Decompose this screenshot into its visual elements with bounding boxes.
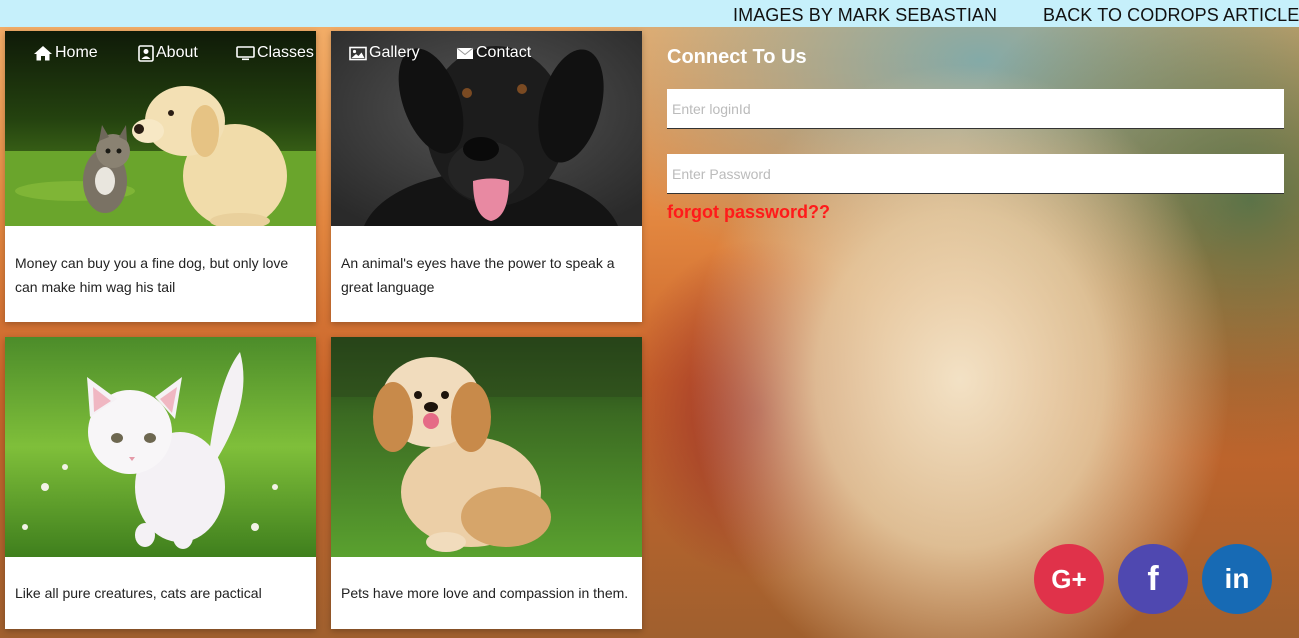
pet-card: Pets have more love and compassion in th… (331, 337, 642, 629)
nav-classes[interactable]: Classes (236, 44, 314, 62)
nav-classes-label: Classes (257, 44, 314, 61)
envelope-icon (456, 47, 474, 59)
nav-contact[interactable]: Contact (456, 44, 531, 62)
card-caption: An animal's eyes have the power to speak… (341, 255, 615, 295)
linkedin-button[interactable]: in (1202, 544, 1272, 614)
login-id-input[interactable] (667, 89, 1284, 129)
pet-card: An animal's eyes have the power to speak… (331, 31, 642, 322)
monitor-icon (236, 46, 255, 61)
nav-home[interactable]: Home (33, 44, 98, 62)
card-caption: Money can buy you a fine dog, but only l… (15, 255, 289, 295)
forgot-password-link[interactable]: forgot password?? (667, 202, 830, 223)
nav-gallery-label: Gallery (369, 44, 420, 61)
pet-card: Like all pure creatures, cats are pactic… (5, 337, 316, 629)
back-to-article-link[interactable]: BACK TO CODROPS ARTICLE (1043, 5, 1299, 26)
password-input[interactable] (667, 154, 1284, 194)
google-plus-button[interactable]: G+ (1034, 544, 1104, 614)
nav-about[interactable]: About (138, 44, 198, 62)
nav-home-label: Home (55, 44, 98, 61)
nav-about-label: About (156, 44, 198, 61)
home-icon (34, 46, 52, 61)
connect-title: Connect To Us (667, 46, 807, 68)
facebook-button[interactable]: f (1118, 544, 1188, 614)
fluffy-puppy-photo (331, 337, 642, 557)
card-caption: Like all pure creatures, cats are pactic… (15, 585, 262, 601)
facebook-icon: f (1147, 559, 1159, 598)
nav-contact-label: Contact (476, 44, 532, 61)
nav-gallery[interactable]: Gallery (349, 44, 420, 62)
google-plus-icon: G+ (1051, 563, 1087, 594)
login-panel: Connect To Us forgot password?? G+ f in (656, 27, 1299, 638)
white-kitten-photo (5, 337, 316, 557)
images-credit-link[interactable]: IMAGES BY MARK SEBASTIAN (733, 5, 997, 26)
main-nav: Home About Classes Gallery Contact (0, 44, 640, 70)
contact-card-icon (138, 44, 154, 62)
linkedin-icon: in (1224, 563, 1250, 594)
image-icon (349, 46, 367, 61)
card-caption: Pets have more love and compassion in th… (341, 585, 629, 601)
pet-card: Money can buy you a fine dog, but only l… (5, 31, 316, 322)
top-bar: IMAGES BY MARK SEBASTIAN BACK TO CODROPS… (0, 0, 1299, 27)
